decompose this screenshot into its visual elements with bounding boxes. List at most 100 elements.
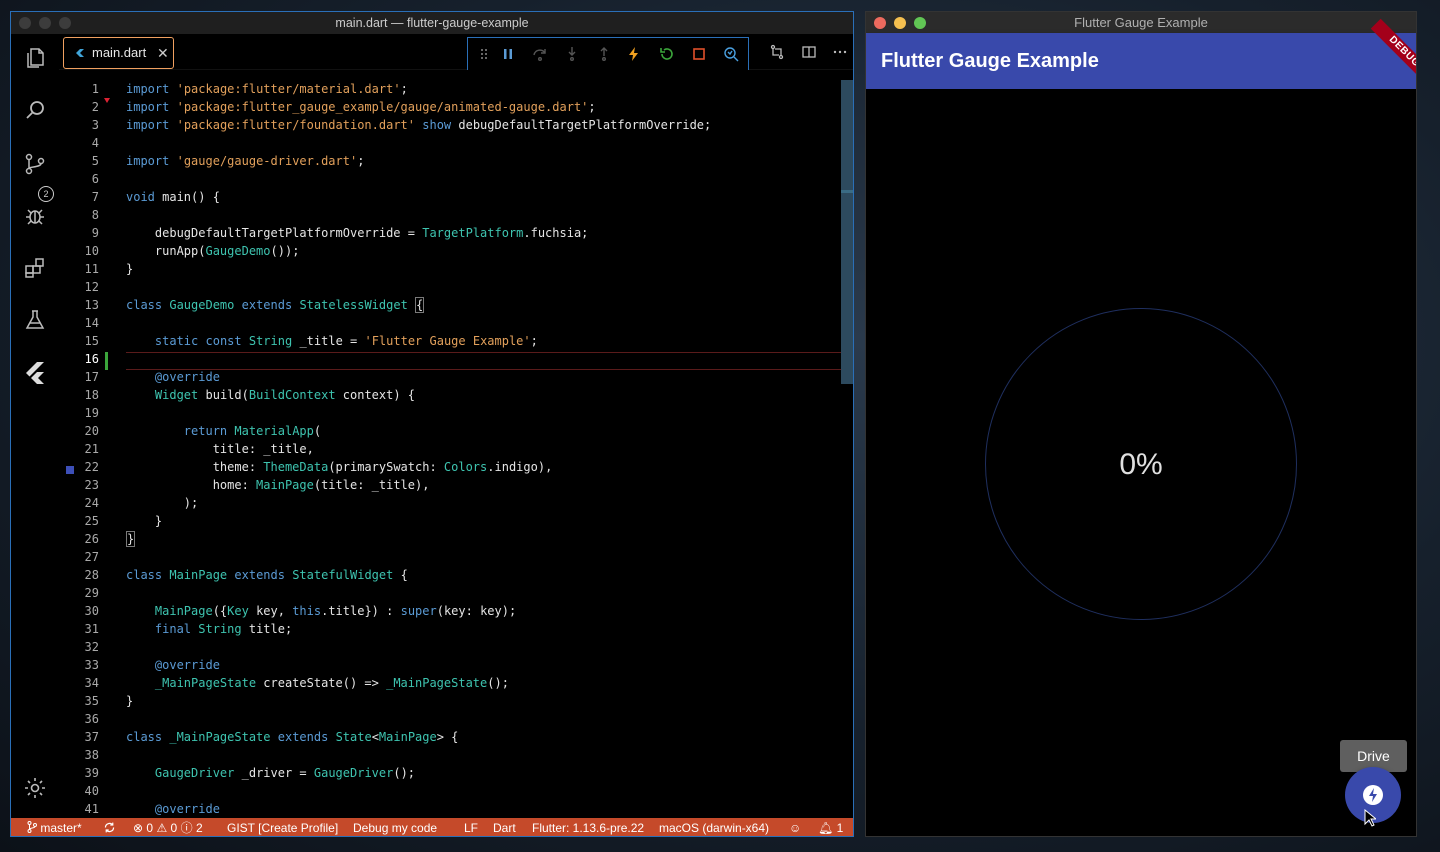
code-line[interactable]: 11} [59,260,853,278]
code-line[interactable]: 19 [59,404,853,422]
vscode-window: main.dart — flutter-gauge-example 2 main… [10,11,854,837]
app-bar: Flutter Gauge Example DEBUG [866,18,1416,89]
code-line[interactable]: 34 _MainPageState createState() => _Main… [59,674,853,692]
drag-handle-icon[interactable] [476,46,492,62]
line-number: 39 [84,766,99,780]
zoom-window-button[interactable] [914,17,926,29]
code-line[interactable]: 7 void main() { [59,188,853,206]
notifications-status[interactable]: 🔔︎ 1 [818,818,843,836]
code-editor[interactable]: 1 import 'package:flutter/material.dart';… [59,70,853,818]
split-editor-icon[interactable] [801,44,817,60]
code-line[interactable]: 39 GaugeDriver _driver = GaugeDriver(); [59,764,853,782]
code-line[interactable]: 40 [59,782,853,800]
code-line[interactable]: 6 [59,170,853,188]
code-line[interactable]: 22 theme: ThemeData(primarySwatch: Color… [59,458,853,476]
close-window-button[interactable] [19,17,31,29]
editor-scrollbar-thumb[interactable] [841,80,853,384]
flutter-version-status[interactable]: Flutter: 1.13.6-pre.22 [532,818,644,836]
line-number: 6 [91,172,99,186]
code-line[interactable]: 12 [59,278,853,296]
git-branch-icon [27,821,37,833]
sync-icon[interactable] [103,818,116,836]
code-line[interactable]: 1 import 'package:flutter/material.dart'; [59,80,853,98]
tab-main-dart[interactable]: main.dart ✕ [63,37,174,69]
code-line[interactable]: 36 [59,710,853,728]
code-text: import 'package:flutter/material.dart'; [126,82,408,96]
flutter-icon[interactable] [23,360,47,384]
git-branch-label: master* [40,821,82,835]
code-text: void main() { [126,190,220,204]
code-line[interactable]: 17 @override [59,368,853,386]
code-line[interactable]: 20 return MaterialApp( [59,422,853,440]
code-line[interactable]: 27 [59,548,853,566]
code-line[interactable]: 30 MainPage({Key key, this.title}) : sup… [59,602,853,620]
search-icon[interactable] [23,98,47,122]
explorer-icon[interactable] [23,46,47,70]
extensions-icon[interactable] [23,256,47,280]
debug-mode-status[interactable]: Debug my code [353,818,437,836]
code-line[interactable]: 4 [59,134,853,152]
code-line[interactable]: 10 runApp(GaugeDemo()); [59,242,853,260]
code-line[interactable]: 13 class GaugeDemo extends StatelessWidge… [59,296,853,314]
line-number: 29 [84,586,99,600]
pause-icon[interactable] [500,46,516,62]
problems-status[interactable]: ⊗ 0 ⚠ 0 ⓘ 2 [133,818,203,836]
tab-close-icon[interactable]: ✕ [157,38,169,68]
testing-flask-icon[interactable] [23,308,47,332]
feedback-smiley-icon[interactable]: ☺ [789,818,801,836]
code-line[interactable]: 32 [59,638,853,656]
language-status[interactable]: Dart [493,818,516,836]
code-text: GaugeDriver _driver = GaugeDriver(); [154,766,416,780]
hot-reload-icon[interactable] [626,46,642,62]
more-actions-icon[interactable] [832,44,848,60]
code-line[interactable]: 26} [59,530,853,548]
code-line[interactable]: 28 class MainPage extends StatefulWidget … [59,566,853,584]
code-line[interactable]: 41 @override [59,800,853,818]
code-text: return MaterialApp( [183,424,322,438]
code-line[interactable]: 31 final String title; [59,620,853,638]
code-line[interactable]: 35} [59,692,853,710]
code-line[interactable]: 3 import 'package:flutter/foundation.dart… [59,116,853,134]
line-number: 12 [84,280,99,294]
source-control-icon[interactable] [23,152,47,176]
code-line[interactable]: 23 home: MainPage(title: _title), [59,476,853,494]
code-line[interactable]: 37 class _MainPageState extends State<Mai… [59,728,853,746]
code-line[interactable]: 25 } [59,512,853,530]
eol-status[interactable]: LF [464,818,478,836]
code-line[interactable]: 15 static const String _title = 'Flutter… [59,332,853,350]
zoom-window-button[interactable] [59,17,71,29]
code-line[interactable]: 29 [59,584,853,602]
code-line[interactable]: 14 [59,314,853,332]
settings-gear-icon[interactable] [23,776,47,800]
code-text: MainPage({Key key, this.title}) : super(… [154,604,517,618]
step-out-icon[interactable] [596,46,612,62]
code-text: import 'package:flutter/foundation.dart'… [126,118,712,132]
code-line[interactable]: 8 [59,206,853,224]
code-line[interactable]: 38 [59,746,853,764]
restart-icon[interactable] [659,46,675,62]
debug-icon[interactable] [23,204,47,228]
line-number: 19 [84,406,99,420]
stop-icon[interactable] [691,46,707,62]
code-line[interactable]: 9 debugDefaultTargetPlatformOverride = T… [59,224,853,242]
code-line[interactable]: 2 import 'package:flutter_gauge_example/g… [59,98,853,116]
step-into-icon[interactable] [564,46,580,62]
code-line[interactable]: 16 [59,350,853,368]
code-line[interactable]: 33 @override [59,656,853,674]
code-line[interactable]: 24 ); [59,494,853,512]
code-text: debugDefaultTargetPlatformOverride = Tar… [126,226,589,240]
gist-status[interactable]: GIST [Create Profile] [227,818,338,836]
code-line[interactable]: 21 title: _title, [59,440,853,458]
code-line[interactable]: 18 Widget build(BuildContext context) { [59,386,853,404]
devtools-inspector-icon[interactable] [723,46,739,62]
minimize-window-button[interactable] [894,17,906,29]
step-over-icon[interactable] [532,46,548,62]
close-window-button[interactable] [874,17,886,29]
code-text: @override [154,370,220,384]
minimize-window-button[interactable] [39,17,51,29]
git-branch-status[interactable]: master* [27,818,82,836]
line-number: 1 [91,82,99,96]
device-status[interactable]: macOS (darwin-x64) [659,818,769,836]
code-line[interactable]: 5 import 'gauge/gauge-driver.dart'; [59,152,853,170]
open-changes-icon[interactable] [769,44,785,60]
